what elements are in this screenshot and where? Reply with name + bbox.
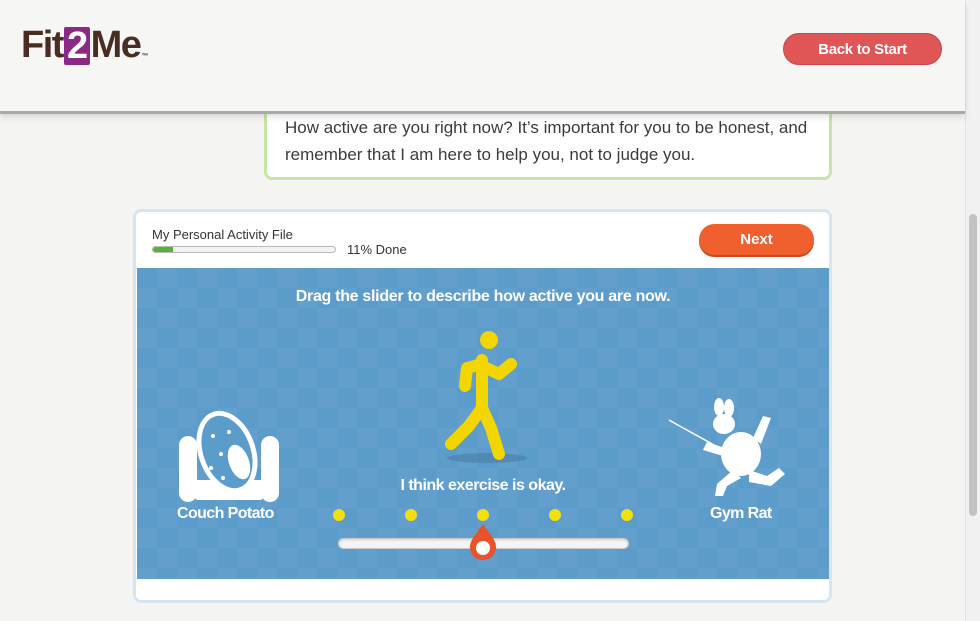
- bubble-text: How active are you right now? It’s impor…: [285, 118, 808, 164]
- scrollbar-thumb[interactable]: [969, 214, 977, 516]
- couch-potato-label: Couch Potato: [177, 505, 274, 522]
- progress-bar: [152, 246, 336, 253]
- slider-stage: Drag the slider to describe how active y…: [137, 268, 829, 579]
- progress-fill: [153, 247, 174, 252]
- file-title: My Personal Activity File: [152, 227, 293, 242]
- next-button[interactable]: Next: [699, 224, 814, 255]
- slider-handle-icon[interactable]: [468, 522, 498, 567]
- logo-fit: Fit: [21, 24, 64, 66]
- slider-step-2[interactable]: [405, 509, 417, 521]
- gym-rat-icon: [667, 398, 797, 508]
- slider-step-5[interactable]: [621, 509, 633, 521]
- gym-rat-label: Gym Rat: [710, 505, 772, 522]
- progress-text: 11% Done: [347, 242, 407, 257]
- fit2me-logo[interactable]: Fit 2 Me ™: [21, 24, 148, 67]
- logo-tm: ™: [141, 53, 149, 60]
- slider-step-3[interactable]: [477, 509, 489, 521]
- instruction-text: Drag the slider to describe how active y…: [295, 288, 671, 305]
- page-scrollbar[interactable]: [965, 0, 980, 621]
- header: Fit 2 Me ™ Back to Start: [0, 0, 965, 111]
- logo-two: 2: [63, 26, 90, 65]
- logo-me: Me: [90, 24, 142, 66]
- slider-step-4[interactable]: [549, 509, 561, 521]
- slider-step-1[interactable]: [333, 509, 345, 521]
- couch-potato-icon: [175, 406, 283, 509]
- back-to-start-button[interactable]: Back to Start: [783, 33, 942, 65]
- activity-panel: My Personal Activity File 11% Done Next …: [133, 209, 832, 603]
- runner-icon: [437, 326, 527, 471]
